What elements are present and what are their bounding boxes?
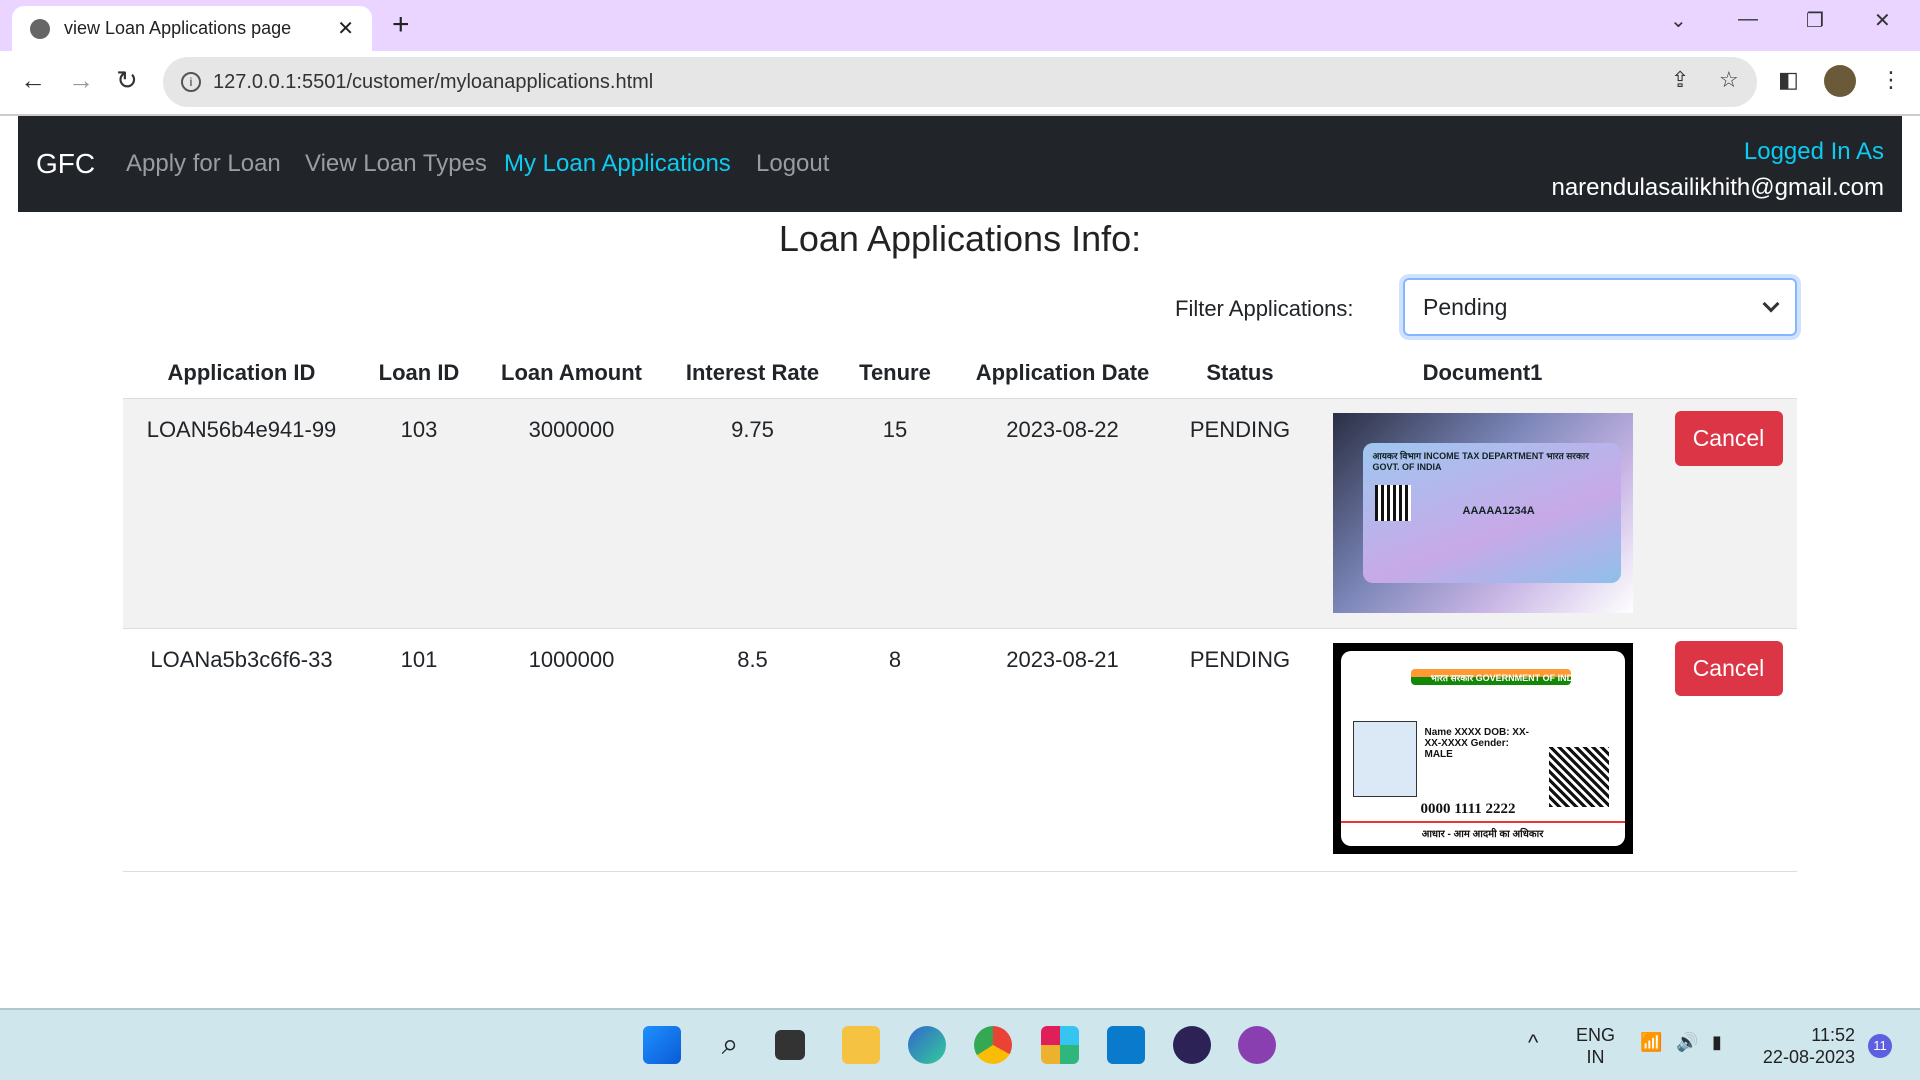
- navbar: GFC Apply for Loan View Loan Types My Lo…: [18, 116, 1902, 212]
- search-icon[interactable]: ⌕: [711, 1026, 749, 1064]
- brand-logo[interactable]: GFC: [36, 148, 95, 180]
- menu-kebab-icon[interactable]: ⋮: [1880, 67, 1902, 93]
- header-loan-id: Loan ID: [378, 360, 460, 385]
- header-tenure: Tenure: [859, 360, 931, 385]
- nav-my-loan-applications[interactable]: My Loan Applications: [504, 150, 731, 178]
- cell-loan-id: 103: [400, 417, 438, 442]
- page-title: Loan Applications Info:: [778, 218, 1142, 259]
- maximize-button[interactable]: ❐: [1806, 8, 1824, 33]
- file-explorer-icon[interactable]: [842, 1026, 880, 1064]
- header-interest-rate: Interest Rate: [685, 360, 820, 385]
- bookmark-star-icon[interactable]: ☆: [1719, 67, 1739, 93]
- back-icon[interactable]: ←: [20, 65, 46, 96]
- eclipse-icon[interactable]: [1173, 1026, 1211, 1064]
- vscode-icon[interactable]: [1107, 1026, 1145, 1064]
- applications-table: Application ID Loan ID Loan Amount Inter…: [123, 348, 1797, 872]
- battery-icon[interactable]: ▮: [1712, 1032, 1722, 1053]
- cell-application-date: 2023-08-21: [1006, 647, 1119, 672]
- tab-search-icon[interactable]: ⌄: [1670, 8, 1687, 33]
- aadhaar-details: Name XXXX DOB: XX-XX-XXXX Gender: MALE: [1424, 727, 1529, 760]
- logged-in-info: Logged In As narendulasailikhith@gmail.c…: [1551, 134, 1884, 206]
- wifi-icon[interactable]: 📶: [1640, 1032, 1662, 1053]
- qr-code: [1374, 485, 1411, 521]
- tab-title: view Loan Applications page: [64, 18, 292, 38]
- chevron-up-icon[interactable]: ^: [1528, 1030, 1538, 1056]
- profile-avatar[interactable]: [1824, 65, 1856, 97]
- share-icon[interactable]: ⇪: [1671, 67, 1689, 93]
- cell-application-date: 2023-08-22: [1006, 417, 1119, 442]
- pan-number: AAAAA1234A: [1462, 505, 1535, 517]
- nav-view-loan-types[interactable]: View Loan Types: [305, 150, 487, 178]
- header-document1: Document1: [1422, 360, 1543, 385]
- cell-interest-rate: 8.5: [737, 647, 768, 672]
- volume-icon[interactable]: 🔊: [1676, 1032, 1698, 1053]
- table-row: LOANa5b3c6f6-33 101 1000000 8.5 8 2023-0…: [123, 629, 1797, 872]
- github-desktop-icon[interactable]: [1238, 1026, 1276, 1064]
- cancel-button[interactable]: Cancel: [1674, 641, 1783, 696]
- cell-interest-rate: 9.75: [731, 417, 774, 442]
- chevron-down-icon: [1762, 295, 1780, 313]
- forward-icon[interactable]: →: [68, 65, 94, 96]
- address-toolbar: ← → ↻ i 127.0.0.1:5501/customer/myloanap…: [0, 51, 1920, 116]
- cell-loan-amount: 1000000: [528, 647, 615, 672]
- cell-status: PENDING: [1189, 417, 1291, 442]
- pan-header-text: आयकर विभाग INCOME TAX DEPARTMENT भारत सर…: [1372, 451, 1589, 472]
- close-tab-icon[interactable]: ✕: [337, 16, 354, 41]
- cell-loan-id: 101: [400, 647, 438, 672]
- cell-tenure: 8: [888, 647, 902, 672]
- table-header: Application ID Loan ID Loan Amount Inter…: [123, 348, 1797, 399]
- table-row: LOAN56b4e941-99 103 3000000 9.75 15 2023…: [123, 399, 1797, 629]
- cell-application-id: LOAN56b4e941-99: [146, 417, 337, 442]
- aadhaar-header-text: भारत सरकार GOVERNMENT OF INDIA: [1430, 673, 1583, 683]
- chrome-icon[interactable]: [974, 1026, 1012, 1064]
- language-indicator[interactable]: ENG IN: [1576, 1024, 1615, 1068]
- edge-icon[interactable]: [908, 1026, 946, 1064]
- pan-card-image: आयकर विभाग INCOME TAX DEPARTMENT भारत सर…: [1332, 413, 1633, 613]
- slack-icon[interactable]: [1041, 1026, 1079, 1064]
- new-tab-button[interactable]: +: [392, 8, 410, 42]
- task-view-icon[interactable]: [775, 1030, 805, 1060]
- cancel-button[interactable]: Cancel: [1674, 411, 1783, 466]
- info-icon[interactable]: i: [181, 72, 201, 92]
- logged-in-label: Logged In As: [1743, 138, 1884, 165]
- filter-label: Filter Applications:: [1175, 296, 1354, 321]
- nav-apply-for-loan[interactable]: Apply for Loan: [126, 150, 281, 178]
- aadhaar-card-image: भारत सरकार GOVERNMENT OF INDIA Name XXXX…: [1332, 643, 1633, 854]
- user-email: narendulasailikhith@gmail.com: [1551, 174, 1884, 201]
- filter-select[interactable]: Pending: [1403, 278, 1797, 336]
- filter-value: Pending: [1423, 293, 1508, 320]
- header-loan-amount: Loan Amount: [501, 360, 642, 385]
- clock[interactable]: 11:52 22-08-2023: [1760, 1024, 1855, 1068]
- minimize-button[interactable]: —: [1738, 8, 1758, 31]
- close-window-button[interactable]: ✕: [1874, 8, 1891, 33]
- globe-icon: [30, 18, 50, 39]
- cell-application-id: LOANa5b3c6f6-33: [150, 647, 333, 672]
- aadhaar-tagline: आधार - आम आदमी का अधिकार: [1340, 821, 1625, 840]
- aadhaar-number: 0000 1111 2222: [1420, 801, 1516, 817]
- url-text: 127.0.0.1:5501/customer/myloanapplicatio…: [213, 70, 654, 93]
- url-bar[interactable]: i 127.0.0.1:5501/customer/myloanapplicat…: [163, 57, 1757, 107]
- cell-status: PENDING: [1189, 647, 1291, 672]
- cell-loan-amount: 3000000: [528, 417, 615, 442]
- browser-tab[interactable]: view Loan Applications page ✕: [12, 6, 372, 51]
- windows-start-icon[interactable]: [643, 1026, 681, 1064]
- header-application-date: Application Date: [975, 360, 1150, 385]
- notification-badge[interactable]: 11: [1868, 1034, 1892, 1058]
- header-status: Status: [1206, 360, 1274, 385]
- reload-icon[interactable]: ↻: [116, 65, 138, 96]
- side-panel-icon[interactable]: ◧: [1778, 67, 1799, 93]
- photo-placeholder: [1352, 721, 1417, 797]
- nav-logout[interactable]: Logout: [756, 150, 829, 178]
- taskbar: ⌕ ^ ENG IN 📶 🔊 ▮ 11:52 22-08-2023 11: [0, 1008, 1920, 1080]
- cell-tenure: 15: [882, 417, 908, 442]
- qr-code: [1548, 747, 1609, 807]
- browser-tab-bar: view Loan Applications page ✕ + ⌄ — ❐ ✕: [0, 0, 1920, 51]
- header-application-id: Application ID: [167, 360, 316, 385]
